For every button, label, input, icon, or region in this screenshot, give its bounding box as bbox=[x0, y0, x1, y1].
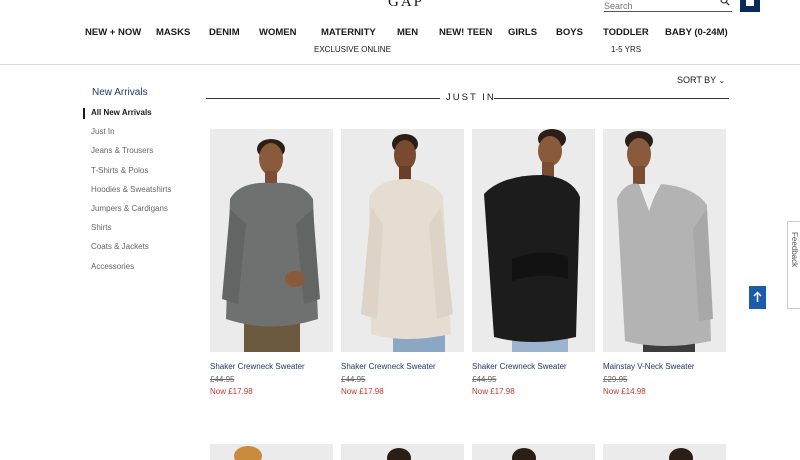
search-box[interactable] bbox=[604, 0, 732, 13]
product-sale-price: Now £17.98 bbox=[341, 387, 384, 396]
nav-denim[interactable]: DENIM bbox=[209, 27, 240, 38]
product-name[interactable]: Shaker Crewneck Sweater bbox=[472, 362, 567, 371]
feedback-tab[interactable]: Feedback bbox=[787, 221, 800, 309]
nav-boys[interactable]: BOYS bbox=[556, 27, 583, 38]
section-heading: JUST IN bbox=[446, 92, 496, 103]
search-input[interactable] bbox=[604, 0, 714, 13]
sidebar-item-tshirts-polos[interactable]: T-Shirts & Polos bbox=[91, 166, 148, 175]
product-image-row2[interactable] bbox=[603, 444, 726, 460]
heading-rule-right bbox=[494, 98, 729, 99]
sidebar-item-all-new-arrivals[interactable]: All New Arrivals bbox=[91, 108, 152, 117]
nav-toddler[interactable]: TODDLER bbox=[603, 27, 649, 38]
product-original-price: £29.95 bbox=[603, 375, 628, 384]
sidebar-item-just-in[interactable]: Just In bbox=[91, 127, 115, 136]
product-card: Shaker Crewneck Sweater £44.95 Now £17.9… bbox=[210, 129, 333, 396]
sidebar-item-coats-jackets[interactable]: Coats & Jackets bbox=[91, 242, 149, 251]
product-original-price: £44.95 bbox=[472, 375, 497, 384]
search-icon[interactable] bbox=[720, 0, 730, 6]
gap-logo[interactable]: GAP bbox=[388, 0, 424, 11]
product-sale-price: Now £17.98 bbox=[472, 387, 515, 396]
sidebar-item-shirts[interactable]: Shirts bbox=[91, 223, 111, 232]
product-image[interactable] bbox=[603, 129, 726, 352]
nav-new-teen[interactable]: NEW! TEEN bbox=[439, 27, 492, 38]
sidebar-title[interactable]: New Arrivals bbox=[92, 87, 148, 98]
product-name[interactable]: Mainstay V-Neck Sweater bbox=[603, 362, 695, 371]
nav-men[interactable]: MEN bbox=[397, 27, 418, 38]
nav-women[interactable]: WOMEN bbox=[259, 27, 296, 38]
product-name[interactable]: Shaker Crewneck Sweater bbox=[341, 362, 436, 371]
arrow-up-icon bbox=[753, 291, 762, 302]
heading-rule-left bbox=[206, 98, 440, 99]
product-image[interactable] bbox=[341, 129, 464, 352]
product-image-row2[interactable] bbox=[210, 444, 333, 460]
site-header: GAP NEW + NOW MASKS DENIM WOMEN MATERNIT… bbox=[0, 0, 800, 65]
nav-toddler-sub: 1-5 YRS bbox=[611, 45, 642, 54]
product-original-price: £44.95 bbox=[210, 375, 235, 384]
nav-maternity-sub: EXCLUSIVE ONLINE bbox=[314, 45, 391, 54]
sort-by-dropdown[interactable]: SORT BY ⌄ bbox=[677, 75, 725, 85]
product-image[interactable] bbox=[210, 129, 333, 352]
feedback-label: Feedback bbox=[790, 232, 799, 268]
nav-girls[interactable]: GIRLS bbox=[508, 27, 537, 38]
product-sale-price: Now £14.98 bbox=[603, 387, 646, 396]
nav-masks[interactable]: MASKS bbox=[156, 27, 190, 38]
nav-baby[interactable]: BABY (0-24M) bbox=[665, 27, 728, 38]
sidebar-item-jumpers[interactable]: Jumpers & Cardigans bbox=[91, 204, 168, 213]
chevron-down-icon: ⌄ bbox=[718, 76, 726, 85]
scroll-to-top-button[interactable] bbox=[749, 286, 766, 309]
product-image[interactable] bbox=[472, 129, 595, 352]
nav-maternity[interactable]: MATERNITY bbox=[321, 27, 376, 38]
sort-by-label: SORT BY bbox=[677, 75, 717, 85]
active-indicator bbox=[83, 108, 85, 119]
sidebar-item-hoodies[interactable]: Hoodies & Sweatshirts bbox=[91, 185, 171, 194]
product-original-price: £44.95 bbox=[341, 375, 366, 384]
product-sale-price: Now £17.98 bbox=[210, 387, 253, 396]
product-image-row2[interactable] bbox=[472, 444, 595, 460]
product-card: Shaker Crewneck Sweater £44.95 Now £17.9… bbox=[341, 129, 464, 396]
sidebar-item-jeans-trousers[interactable]: Jeans & Trousers bbox=[91, 146, 153, 155]
product-image-row2[interactable] bbox=[341, 444, 464, 460]
product-name[interactable]: Shaker Crewneck Sweater bbox=[210, 362, 305, 371]
nav-new-now[interactable]: NEW + NOW bbox=[85, 27, 141, 38]
product-card: Shaker Crewneck Sweater £44.95 Now £17.9… bbox=[472, 129, 595, 396]
product-card: Mainstay V-Neck Sweater £29.95 Now £14.9… bbox=[603, 129, 726, 396]
sidebar-item-accessories[interactable]: Accessories bbox=[91, 262, 134, 271]
shopping-bag-icon[interactable] bbox=[740, 0, 760, 12]
